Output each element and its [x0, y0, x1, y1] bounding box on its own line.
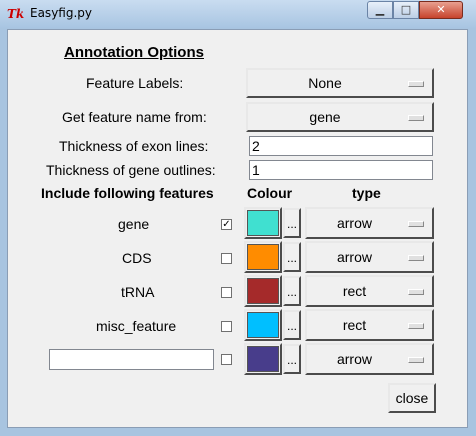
- dialog-body: Annotation Options Feature Labels: None …: [7, 29, 468, 428]
- close-button[interactable]: close: [388, 383, 436, 413]
- gene-outline-thickness-input[interactable]: 1: [249, 160, 433, 180]
- app-window: Tk Easyfig.py ▁ □ ✕ Annotation Options F…: [0, 0, 476, 436]
- dropdown-indicator-icon: [408, 115, 424, 121]
- feature-labels-select[interactable]: None: [246, 68, 434, 98]
- window-title: Easyfig.py: [30, 6, 92, 20]
- color-button-gene[interactable]: [244, 207, 282, 239]
- feature-name-gene: gene: [118, 216, 150, 232]
- exon-thickness-label: Thickness of exon lines:: [59, 138, 209, 154]
- type-value-gene: arrow: [336, 215, 372, 231]
- minimize-button[interactable]: ▁: [367, 1, 393, 19]
- more-button-trna[interactable]: ...: [283, 276, 301, 306]
- color-swatch-cds: [247, 244, 279, 270]
- feature-name-select[interactable]: gene: [246, 102, 434, 132]
- feature-checkbox-trna[interactable]: [221, 287, 232, 298]
- maximize-icon: □: [400, 3, 412, 16]
- dropdown-indicator-icon: [408, 289, 424, 295]
- tk-icon: Tk: [7, 7, 25, 21]
- type-select-trna[interactable]: rect: [305, 275, 434, 307]
- type-value-misc-feature: rect: [342, 317, 367, 333]
- feature-checkbox-gene[interactable]: ✓: [221, 219, 232, 230]
- type-select-gene[interactable]: arrow: [305, 207, 434, 239]
- type-header: type: [352, 185, 381, 201]
- close-icon: ✕: [436, 3, 446, 16]
- feature-name-misc-feature: misc_feature: [96, 318, 177, 334]
- feature-checkbox-misc-feature[interactable]: [221, 321, 232, 332]
- feature-labels-label: Feature Labels:: [86, 75, 184, 91]
- type-value-custom: arrow: [336, 351, 372, 367]
- feature-checkbox-custom[interactable]: [221, 354, 232, 365]
- feature-name-label: Get feature name from:: [62, 109, 207, 125]
- dropdown-indicator-icon: [408, 221, 424, 227]
- color-swatch-misc-feature: [247, 312, 279, 338]
- color-swatch-custom: [247, 346, 279, 372]
- more-button-gene[interactable]: ...: [283, 208, 301, 238]
- color-swatch-trna: [247, 278, 279, 304]
- feature-labels-value: None: [308, 75, 342, 91]
- exon-thickness-input[interactable]: 2: [249, 136, 433, 156]
- color-button-misc-feature[interactable]: [244, 309, 282, 341]
- maximize-button[interactable]: □: [393, 1, 419, 19]
- dropdown-indicator-icon: [408, 255, 424, 261]
- feature-name-trna: tRNA: [121, 284, 155, 300]
- color-button-trna[interactable]: [244, 275, 282, 307]
- type-select-custom[interactable]: arrow: [305, 343, 434, 375]
- type-value-cds: arrow: [336, 249, 372, 265]
- gene-outline-thickness-label: Thickness of gene outlines:: [46, 162, 216, 178]
- more-button-custom[interactable]: ...: [283, 344, 301, 374]
- color-swatch-gene: [247, 210, 279, 236]
- type-select-misc-feature[interactable]: rect: [305, 309, 434, 341]
- more-button-cds[interactable]: ...: [283, 242, 301, 272]
- dropdown-indicator-icon: [408, 357, 424, 363]
- color-button-cds[interactable]: [244, 241, 282, 273]
- dropdown-indicator-icon: [408, 323, 424, 329]
- title-bar[interactable]: Tk Easyfig.py ▁ □ ✕: [0, 0, 476, 28]
- type-value-trna: rect: [342, 283, 367, 299]
- color-button-custom[interactable]: [244, 343, 282, 375]
- feature-checkbox-cds[interactable]: [221, 253, 232, 264]
- feature-name-cds: CDS: [122, 250, 152, 266]
- dropdown-indicator-icon: [408, 81, 424, 87]
- colour-header: Colour: [247, 185, 293, 201]
- custom-feature-input[interactable]: [49, 349, 214, 370]
- type-select-cds[interactable]: arrow: [305, 241, 434, 273]
- page-title: Annotation Options: [64, 44, 204, 61]
- minimize-icon: ▁: [375, 3, 385, 16]
- close-window-button[interactable]: ✕: [419, 1, 463, 19]
- more-button-misc-feature[interactable]: ...: [283, 310, 301, 340]
- include-features-header: Include following features: [41, 185, 214, 201]
- feature-name-value: gene: [309, 109, 341, 125]
